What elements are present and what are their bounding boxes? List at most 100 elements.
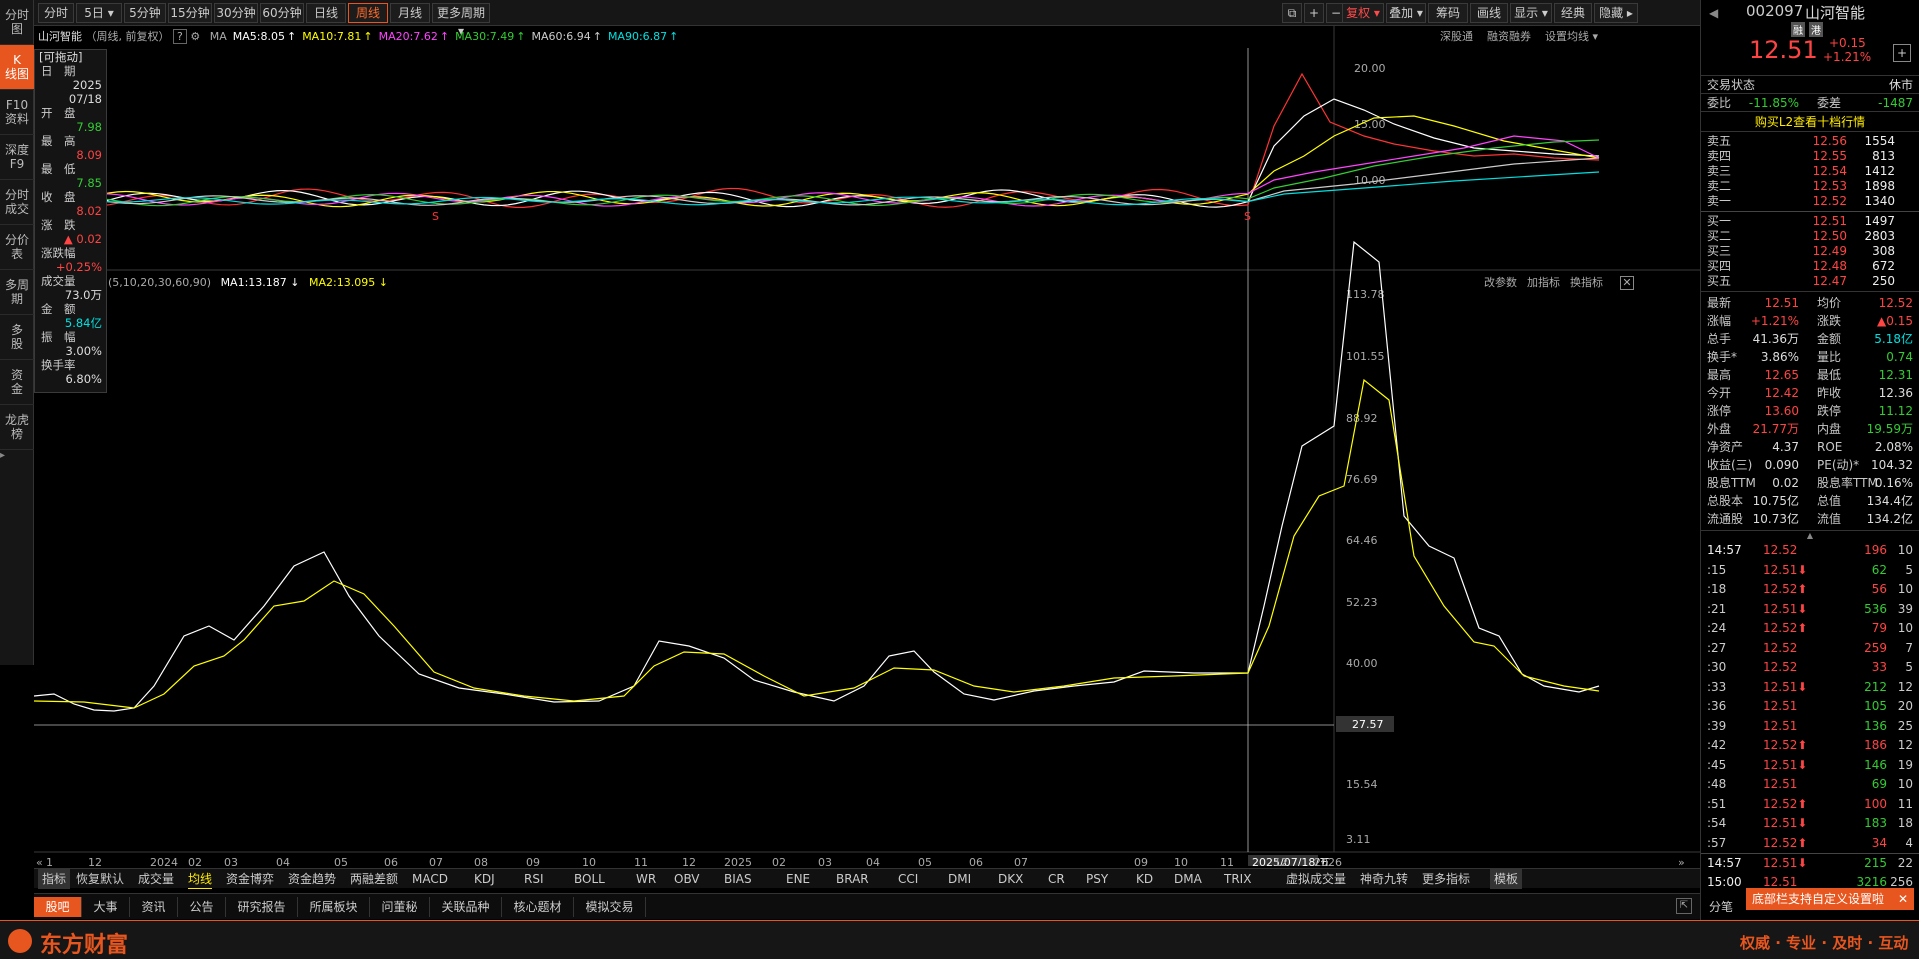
indicator-tabs: 指标 恢复默认 成交量 均线 资金博弈 资金趋势 两融差额 MACD KDJ RSI BOLL WR O… xyxy=(34,868,1700,889)
period-tab-3[interactable]: 15分钟 xyxy=(168,3,212,23)
quote-row: 外盘 21.77万 内盘 19.59万 xyxy=(1701,420,1919,438)
panel-label: 开 盘 xyxy=(41,106,76,120)
copy-icon[interactable]: ⧉ xyxy=(1282,3,1302,23)
tick-time: :51 xyxy=(1707,796,1727,811)
indicator-tab-16[interactable]: CCI xyxy=(898,869,918,889)
indicator-tab-18[interactable]: DKX xyxy=(998,869,1023,889)
indicator-tab-21[interactable]: KD xyxy=(1136,869,1153,889)
indicator-info-bar: (5,10,20,30,60,90) MA1:13.187 ↓ MA2:13.0… xyxy=(108,272,388,294)
indicator-tab-19[interactable]: CR xyxy=(1048,869,1065,889)
price-link-2[interactable]: 设置均线 ▾ xyxy=(1545,30,1598,43)
news-tab-1[interactable]: 大事 xyxy=(82,897,130,917)
indicator-tab-2[interactable]: 成交量 xyxy=(138,869,174,889)
left-tab-7[interactable]: 多股 xyxy=(0,315,34,360)
toolbar-btn-3[interactable]: 画线 xyxy=(1470,3,1508,23)
indicator-link-2[interactable]: 换指标 xyxy=(1570,276,1603,289)
price-link-1[interactable]: 融资融券 xyxy=(1487,30,1531,43)
period-tab-8[interactable]: 月线 xyxy=(390,3,430,23)
chart-svg[interactable]: 20.0015.0010.00113.78101.5588.9276.6964.… xyxy=(34,26,1700,866)
indicator-tab-14[interactable]: ENE xyxy=(786,869,810,889)
indicator-link-1[interactable]: 加指标 xyxy=(1527,276,1560,289)
close-indicator-icon[interactable]: ✕ xyxy=(1620,276,1634,290)
plus-icon[interactable]: + xyxy=(1304,3,1324,23)
indicator-tab-24[interactable]: 虚拟成交量 xyxy=(1286,869,1346,889)
indicator-tab-15[interactable]: BRAR xyxy=(836,869,869,889)
toast-notification[interactable]: 底部栏支持自定义设置啦 ✕ xyxy=(1746,888,1914,910)
news-tab-2[interactable]: 资讯 xyxy=(130,897,178,917)
news-tab-3[interactable]: 公告 xyxy=(178,897,226,917)
news-tab-7[interactable]: 关联品种 xyxy=(430,897,502,917)
indicator-tab-5[interactable]: 资金趋势 xyxy=(288,869,336,889)
indicator-tab-11[interactable]: WR xyxy=(636,869,656,889)
quote-value: 0.16% xyxy=(1874,476,1913,490)
indicator-tab-26[interactable]: 更多指标 xyxy=(1422,869,1470,889)
left-tab-1[interactable]: K 线图 xyxy=(0,45,34,90)
collapse-arrow-icon[interactable]: ▸ xyxy=(0,450,8,470)
close-icon[interactable]: ✕ xyxy=(1898,888,1908,910)
period-tab-4[interactable]: 30分钟 xyxy=(214,3,258,23)
arrow-up-icon: ↑ xyxy=(363,30,373,43)
left-tab-4[interactable]: 分时 成交 xyxy=(0,180,34,225)
indicator-tab-23[interactable]: TRIX xyxy=(1224,869,1251,889)
news-tab-6[interactable]: 问董秘 xyxy=(370,897,430,917)
price-link-0[interactable]: 深股通 xyxy=(1440,30,1473,43)
toolbar-btn-5[interactable]: 经典 xyxy=(1554,3,1592,23)
left-tab-3[interactable]: 深度 F9 xyxy=(0,135,34,180)
add-watch-icon[interactable]: + xyxy=(1893,44,1911,62)
left-tab-label: F10 xyxy=(5,98,29,112)
period-tab-6[interactable]: 日线 xyxy=(306,3,346,23)
news-tab-9[interactable]: 模拟交易 xyxy=(574,897,646,917)
toolbar-btn-6[interactable]: 隐藏 ▸ xyxy=(1594,3,1638,23)
indicator-tab-27[interactable]: 模板 xyxy=(1490,869,1523,889)
indicator-tab-7[interactable]: MACD xyxy=(412,869,448,889)
indicator-tab-8[interactable]: KDJ xyxy=(474,869,495,889)
expand-icon[interactable]: ⇱ xyxy=(1676,898,1692,914)
indicator-tab-25[interactable]: 神奇九转 xyxy=(1360,869,1408,889)
period-tab-0[interactable]: 分时 xyxy=(38,3,74,23)
indicator-tab-13[interactable]: BIAS xyxy=(724,869,752,889)
help-icon[interactable]: ? xyxy=(173,29,187,44)
news-tab-0[interactable]: 股吧 xyxy=(34,897,82,917)
left-tab-6[interactable]: 多周期 xyxy=(0,270,34,315)
indicator-tab-20[interactable]: PSY xyxy=(1086,869,1108,889)
left-tab-2[interactable]: F10 资料 xyxy=(0,90,34,135)
chart-area[interactable]: 20.00 15.00 10.00 113.78 101.55 88.92 76.69 64.… xyxy=(34,26,1700,866)
indicator-tab-22[interactable]: DMA xyxy=(1174,869,1202,889)
toolbar-btn-1[interactable]: 叠加 ▾ xyxy=(1386,3,1426,23)
buy-l2-link[interactable]: 购买L2查看十档行情 xyxy=(1701,112,1919,132)
weibi-label: 委比 xyxy=(1707,96,1732,110)
indicator-tab-12[interactable]: OBV xyxy=(674,869,700,889)
left-tab-9[interactable]: 龙虎榜 xyxy=(0,405,34,450)
cursor-data-panel[interactable]: [可拖动] 日 期 2025 07/18 开 盘 7.98 最 高 8.09 最 低 7.85 收 … xyxy=(34,49,107,393)
indicator-tab-1[interactable]: 恢复默认 xyxy=(76,869,124,889)
news-tab-5[interactable]: 所属板块 xyxy=(298,897,370,917)
left-tab-8[interactable]: 资金 xyxy=(0,360,34,405)
left-tab-0[interactable]: 分时图 xyxy=(0,0,34,45)
period-tab-5[interactable]: 60分钟 xyxy=(260,3,304,23)
news-tab-4[interactable]: 研究报告 xyxy=(226,897,298,917)
news-tab-8[interactable]: 核心题材 xyxy=(502,897,574,917)
scroll-left-icon[interactable]: « xyxy=(36,856,43,866)
prev-stock-icon[interactable]: ◀ xyxy=(1709,6,1718,20)
period-tab-9[interactable]: 更多周期 ▾ xyxy=(432,3,490,38)
left-tab-5[interactable]: 分价表 xyxy=(0,225,34,270)
indicator-tab-4[interactable]: 资金博弈 xyxy=(226,869,274,889)
period-tab-7[interactable]: 周线 xyxy=(348,3,388,23)
settings-icon[interactable]: ⚙ xyxy=(190,30,200,43)
indicator-tab-0[interactable]: 指标 xyxy=(38,869,71,889)
scroll-right-icon[interactable]: » xyxy=(1678,856,1685,866)
indicator-tab-9[interactable]: RSI xyxy=(524,869,544,889)
indicator-tab-3[interactable]: 均线 xyxy=(188,869,213,889)
toolbar-btn-4[interactable]: 显示 ▾ xyxy=(1510,3,1552,23)
tick-count: 12 xyxy=(1897,679,1913,694)
toolbar-btn-0[interactable]: 复权 ▾ xyxy=(1342,3,1384,23)
expand-ticks-icon[interactable]: ▲ xyxy=(1701,531,1919,541)
indicator-tab-17[interactable]: DMI xyxy=(948,869,971,889)
indicator-link-0[interactable]: 改参数 xyxy=(1484,276,1517,289)
toolbar-btn-2[interactable]: 筹码 xyxy=(1428,3,1468,23)
indicator-tab-6[interactable]: 两融差额 xyxy=(350,869,398,889)
indicator-tab-10[interactable]: BOLL xyxy=(574,869,605,889)
fenbi-tab[interactable]: 分笔 xyxy=(1709,898,1733,915)
period-tab-1[interactable]: 5日 ▾ xyxy=(76,3,122,23)
period-tab-2[interactable]: 5分钟 xyxy=(124,3,166,23)
